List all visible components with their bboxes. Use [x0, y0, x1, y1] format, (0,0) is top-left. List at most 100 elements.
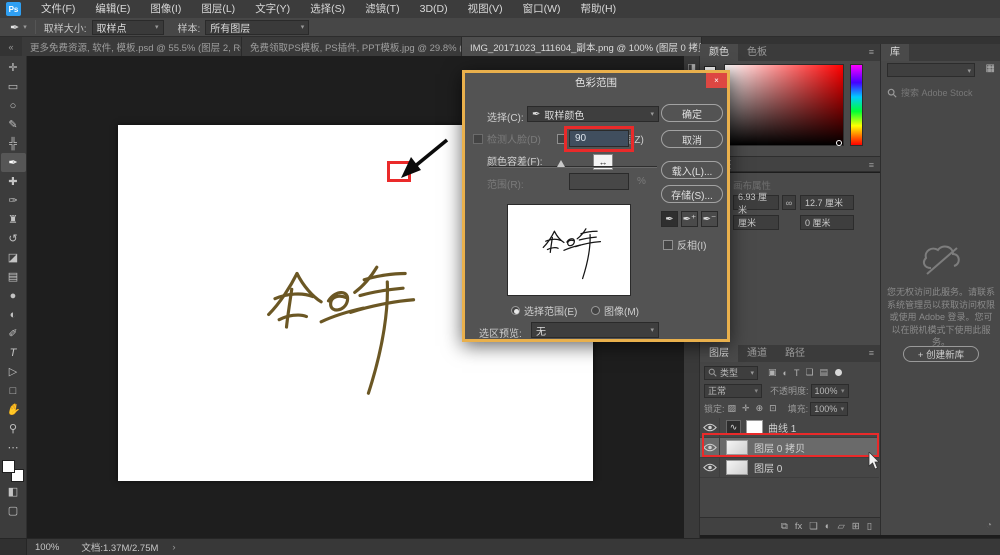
- crop-tool[interactable]: ╬: [1, 134, 26, 153]
- hand-tool[interactable]: ✋: [1, 400, 26, 419]
- zoom-tool[interactable]: ⚲: [1, 419, 26, 438]
- collapse-icon[interactable]: «: [0, 37, 22, 56]
- move-tool[interactable]: ✛: [1, 58, 26, 77]
- document-tab-2[interactable]: 免费领取PS模板, PS插件, PPT模板.jpg @ 29.8% (色... …: [242, 37, 462, 56]
- eyedropper-tool[interactable]: ✒: [1, 153, 26, 172]
- link-icon[interactable]: ∞: [782, 195, 796, 210]
- fill-field[interactable]: 100%▾: [810, 402, 848, 416]
- filter-pixel-icon[interactable]: ▣: [768, 367, 777, 378]
- filter-type-dropdown[interactable]: 类型 ▾: [704, 366, 758, 380]
- grid-view-icon[interactable]: ▦: [986, 63, 995, 74]
- chevron-right-icon[interactable]: ›: [172, 542, 175, 553]
- lock-pixels-icon[interactable]: ✛: [742, 403, 750, 414]
- sample-dropdown[interactable]: 所有图层 ▾: [205, 20, 309, 35]
- radio-selection[interactable]: 选择范围(E): [511, 303, 577, 318]
- quick-mask-button[interactable]: ◧: [1, 482, 26, 501]
- blur-tool[interactable]: ●: [1, 286, 26, 305]
- lock-all-icon[interactable]: ⊡: [769, 403, 777, 414]
- new-group-icon[interactable]: ▱: [837, 521, 844, 532]
- layer-row-layer0[interactable]: 图层 0: [700, 458, 879, 478]
- lock-position-icon[interactable]: ⊕: [756, 403, 764, 414]
- load-button[interactable]: 载入(L)...: [661, 161, 723, 179]
- radio-image[interactable]: 图像(M): [591, 303, 639, 318]
- menu-view[interactable]: 视图(V): [458, 0, 513, 18]
- adjustment-layer-icon[interactable]: ◐: [825, 521, 831, 532]
- menu-help[interactable]: 帮助(H): [571, 0, 627, 18]
- eyedropper-subtract-button[interactable]: ✒⁻: [701, 211, 718, 227]
- library-select-dropdown[interactable]: ▾: [887, 63, 975, 77]
- gradient-tool[interactable]: ▤: [1, 267, 26, 286]
- delete-layer-icon[interactable]: ▯: [867, 521, 872, 532]
- marquee-tool[interactable]: ▭: [1, 77, 26, 96]
- link-layers-icon[interactable]: ⧉: [781, 521, 788, 532]
- menu-image[interactable]: 图像(I): [140, 0, 191, 18]
- menu-type[interactable]: 文字(Y): [245, 0, 300, 18]
- filter-type-icon[interactable]: T: [794, 368, 800, 378]
- blend-mode-dropdown[interactable]: 正常 ▾: [704, 384, 762, 398]
- tab-channels[interactable]: 通道: [738, 345, 776, 362]
- eyedropper-sample-button[interactable]: ✒: [661, 211, 678, 227]
- lasso-tool[interactable]: ○: [1, 96, 26, 115]
- tab-layers[interactable]: 图层: [700, 345, 738, 362]
- selection-preview-dropdown[interactable]: 无 ▾: [531, 322, 659, 338]
- create-library-button[interactable]: + 创建新库: [903, 346, 979, 362]
- visibility-toggle[interactable]: [700, 458, 720, 477]
- foreground-color-swatch[interactable]: [2, 460, 15, 473]
- unit-field[interactable]: 厘米: [733, 215, 779, 230]
- screen-mode-button[interactable]: ▢: [1, 501, 26, 520]
- healing-brush-tool[interactable]: ✚: [1, 172, 26, 191]
- tab-libraries[interactable]: 库: [881, 44, 909, 61]
- offset-field[interactable]: 0 厘米: [800, 215, 854, 230]
- menu-select[interactable]: 选择(S): [300, 0, 355, 18]
- lock-transparent-icon[interactable]: ▨: [728, 403, 737, 414]
- layer-thumbnail[interactable]: [726, 460, 748, 475]
- slider-thumb[interactable]: [557, 160, 565, 167]
- color-marker[interactable]: [836, 140, 842, 146]
- tab-color[interactable]: 颜色: [700, 44, 738, 61]
- color-swatches[interactable]: [2, 460, 24, 482]
- document-tab-active[interactable]: IMG_20171023_111604_副本.png @ 100% (图层 0 …: [462, 37, 702, 56]
- zoom-level[interactable]: 100%: [35, 542, 59, 553]
- chevron-down-icon[interactable]: ▾: [23, 23, 27, 31]
- menu-window[interactable]: 窗口(W): [513, 0, 571, 18]
- tab-paths[interactable]: 路径: [776, 345, 814, 362]
- dialog-close-button[interactable]: ×: [706, 73, 727, 88]
- layer-style-icon[interactable]: fx: [795, 521, 802, 532]
- cancel-button[interactable]: 取消: [661, 130, 723, 148]
- height-field[interactable]: 12.7 厘米: [800, 195, 854, 210]
- dodge-tool[interactable]: ◐: [1, 305, 26, 324]
- menu-edit[interactable]: 编辑(E): [85, 0, 140, 18]
- panel-menu-icon[interactable]: ≡: [863, 44, 880, 61]
- filter-smartobject-icon[interactable]: ▤: [820, 367, 829, 378]
- brush-tool[interactable]: ✑: [1, 191, 26, 210]
- menu-layer[interactable]: 图层(L): [191, 0, 245, 18]
- type-tool[interactable]: T: [1, 343, 26, 362]
- save-button[interactable]: 存储(S)...: [661, 185, 723, 203]
- select-dropdown[interactable]: ✒ 取样颜色 ▾: [527, 106, 659, 122]
- color-gradient-field[interactable]: [724, 64, 844, 146]
- panel-menu-icon[interactable]: ≡: [863, 345, 880, 362]
- shape-tool[interactable]: □: [1, 381, 26, 400]
- add-mask-icon[interactable]: ❏: [809, 521, 818, 532]
- document-tab-1[interactable]: 更多免费资源, 软件, 模板.psd @ 55.5% (图层 2, RG... …: [22, 37, 242, 56]
- dialog-title[interactable]: 色彩范围: [465, 73, 727, 93]
- layer-name[interactable]: 图层 0: [754, 460, 782, 475]
- edit-toolbar-button[interactable]: ⋯: [1, 438, 26, 457]
- ok-button[interactable]: 确定: [661, 104, 723, 122]
- panel-menu-icon[interactable]: ≡: [863, 157, 880, 171]
- path-selection-tool[interactable]: ▷: [1, 362, 26, 381]
- tab-swatches[interactable]: 色板: [738, 44, 776, 61]
- filter-toggle[interactable]: [835, 369, 842, 376]
- history-brush-tool[interactable]: ↺: [1, 229, 26, 248]
- pen-tool[interactable]: ✐: [1, 324, 26, 343]
- menu-file[interactable]: 文件(F): [31, 0, 85, 18]
- sample-size-dropdown[interactable]: 取样点 ▾: [92, 20, 164, 35]
- menu-3d[interactable]: 3D(D): [410, 0, 458, 18]
- invert-checkbox[interactable]: 反相(I): [663, 237, 706, 252]
- filter-shape-icon[interactable]: ❏: [805, 367, 813, 378]
- menu-filter[interactable]: 滤镜(T): [355, 0, 409, 18]
- quick-selection-tool[interactable]: ✎: [1, 115, 26, 134]
- eyedropper-add-button[interactable]: ✒⁺: [681, 211, 698, 227]
- opacity-field[interactable]: 100%▾: [811, 384, 849, 398]
- library-search-input[interactable]: 搜索 Adobe Stock: [887, 86, 995, 99]
